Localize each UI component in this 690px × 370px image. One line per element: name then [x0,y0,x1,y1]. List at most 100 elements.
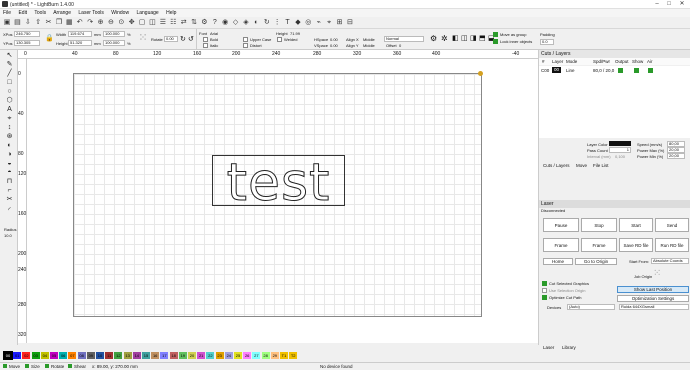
size-checkbox[interactable] [25,364,29,368]
rectangle-tool-icon[interactable]: □ [6,79,13,86]
start-button[interactable]: Start [619,218,653,232]
zoom-in-icon[interactable]: ⊕ [97,19,105,27]
palette-swatch-08[interactable]: 08 [77,352,86,359]
table-row[interactable]: C00 00 Line 80,0 / 20,0 [539,66,690,74]
font-height-field[interactable]: 71.99 [290,31,300,36]
palette-swatch-29[interactable]: 29 [270,352,279,359]
xpos-field[interactable]: 246.750 [14,31,40,37]
dock-icon[interactable]: ⊟ [346,19,354,27]
rotate-ccw-icon[interactable]: ↺ [188,35,194,43]
width-pct-field[interactable]: 100.000 [103,31,125,37]
vspace-field[interactable]: 0.00 [330,43,338,48]
menu-file[interactable]: File [3,10,11,16]
run-rd-button[interactable]: Run RD file [655,238,689,252]
move-checkbox[interactable] [3,364,7,368]
start-from-select[interactable]: Absolute Coords [651,258,689,264]
trace-icon[interactable]: ⌁ [315,19,323,27]
group-icon[interactable]: ▢ [138,19,146,27]
align-center-icon[interactable]: ◫ [461,34,468,42]
pause-button[interactable]: Pause [543,218,579,232]
layer-swatch[interactable]: 00 [552,67,561,73]
offset-field[interactable]: 0 [399,43,401,48]
power-min-field[interactable]: 20,00 [667,153,685,159]
go-to-origin-button[interactable]: Go to Origin [575,258,617,265]
rotate-icon[interactable]: ↻ [263,19,271,27]
palette-swatch-22[interactable]: 22 [206,352,215,359]
align-x-select[interactable]: Middle [363,37,375,42]
frame-circle-button[interactable]: Frame [581,238,617,252]
palette-swatch-12[interactable]: 12 [114,352,123,359]
palette-swatch-18[interactable]: 18 [169,352,178,359]
rotate-field[interactable]: 0.00 [164,36,178,42]
redo-icon[interactable]: ↷ [86,19,94,27]
gear-icon[interactable]: ⚙ [430,34,437,43]
array-icon[interactable]: ⋮ [273,19,281,27]
palette-swatch-07[interactable]: 07 [68,352,77,359]
palette-swatch-06[interactable]: 06 [59,352,68,359]
show-checkbox[interactable] [634,68,639,73]
cut-icon[interactable]: ✂ [45,19,53,27]
tabs-tool-icon[interactable]: ⊓ [6,178,13,185]
palette-swatch-00[interactable]: 00 [3,351,13,360]
palette-swatch-21[interactable]: 21 [197,352,206,359]
palette-swatch-19[interactable]: 19 [178,352,187,359]
distribute-icon[interactable]: ☷ [169,19,177,27]
job-origin-grid-icon[interactable]: ⁙ [653,268,669,282]
palette-swatch-T1[interactable]: T1 [280,352,288,359]
align-icon[interactable]: ☰ [159,19,167,27]
hspace-field[interactable]: 0.00 [330,37,338,42]
flip-icon[interactable]: ⇄ [180,19,188,27]
boolean-intersect-icon[interactable]: ◓ [6,169,13,176]
edit-nodes-icon[interactable]: ✎ [6,61,13,68]
close-button[interactable]: ✕ [677,1,687,8]
grid-icon[interactable]: ⊞ [336,19,344,27]
air-checkbox[interactable] [648,68,653,73]
weld-icon[interactable]: ◈ [242,19,250,27]
palette-swatch-17[interactable]: 17 [160,352,169,359]
palette-swatch-24[interactable]: 24 [224,352,233,359]
menu-language[interactable]: Language [136,10,158,16]
offset-tool-icon[interactable]: ⊛ [6,133,13,140]
polygon-tool-icon[interactable]: ⬡ [6,97,13,104]
text-icon[interactable]: T [284,19,292,27]
palette-swatch-03[interactable]: 03 [31,352,40,359]
palette-swatch-28[interactable]: 28 [261,352,270,359]
align-left-icon[interactable]: ◧ [452,34,459,42]
home-button[interactable]: Home [543,258,573,265]
optimize-cut-path-checkbox[interactable] [542,295,547,300]
align-right-icon[interactable]: ◨ [470,34,477,42]
rotate-checkbox[interactable] [45,364,49,368]
output-checkbox[interactable] [618,68,623,73]
camera-icon[interactable]: ◉ [221,19,229,27]
shapes-icon[interactable]: ◇ [232,19,240,27]
palette-swatch-10[interactable]: 10 [96,352,104,359]
interval-field[interactable]: 0,100 [615,154,625,159]
font-select[interactable]: Arial [210,31,218,36]
frame-button[interactable]: Frame [543,238,579,252]
palette-swatch-14[interactable]: 14 [132,352,141,359]
distort-checkbox[interactable] [243,43,248,48]
pan-icon[interactable]: ✥ [128,19,136,27]
text-object[interactable]: test [212,153,345,214]
italic-checkbox[interactable] [203,43,208,48]
palette-swatch-04[interactable]: 04 [40,352,49,359]
row-mode[interactable]: Line [566,68,575,73]
measure-tool-icon[interactable]: ↕ [6,124,13,131]
send-button[interactable]: Send [655,218,689,232]
mirror-icon[interactable]: ⇅ [190,19,198,27]
palette-swatch-05[interactable]: 05 [50,352,58,359]
devices-select[interactable]: (Auto) [567,304,615,310]
palette-swatch-27[interactable]: 27 [252,352,261,359]
show-last-position-button[interactable]: Show Last Position [617,286,689,293]
controller-select[interactable]: Ruida 644XGsmall [619,304,689,310]
help-icon[interactable]: ? [211,19,219,27]
menu-tools[interactable]: Tools [34,10,46,16]
settings-icon[interactable]: ⚙ [200,19,208,27]
menu-help[interactable]: Help [166,10,176,16]
use-selection-origin-checkbox[interactable] [542,288,547,293]
copy-icon[interactable]: ❐ [55,19,63,27]
measure-icon[interactable]: ⌖ [325,19,333,27]
palette-swatch-11[interactable]: 11 [105,352,114,359]
palette-swatch-23[interactable]: 23 [215,352,224,359]
open-icon[interactable]: ▣ [3,19,11,27]
